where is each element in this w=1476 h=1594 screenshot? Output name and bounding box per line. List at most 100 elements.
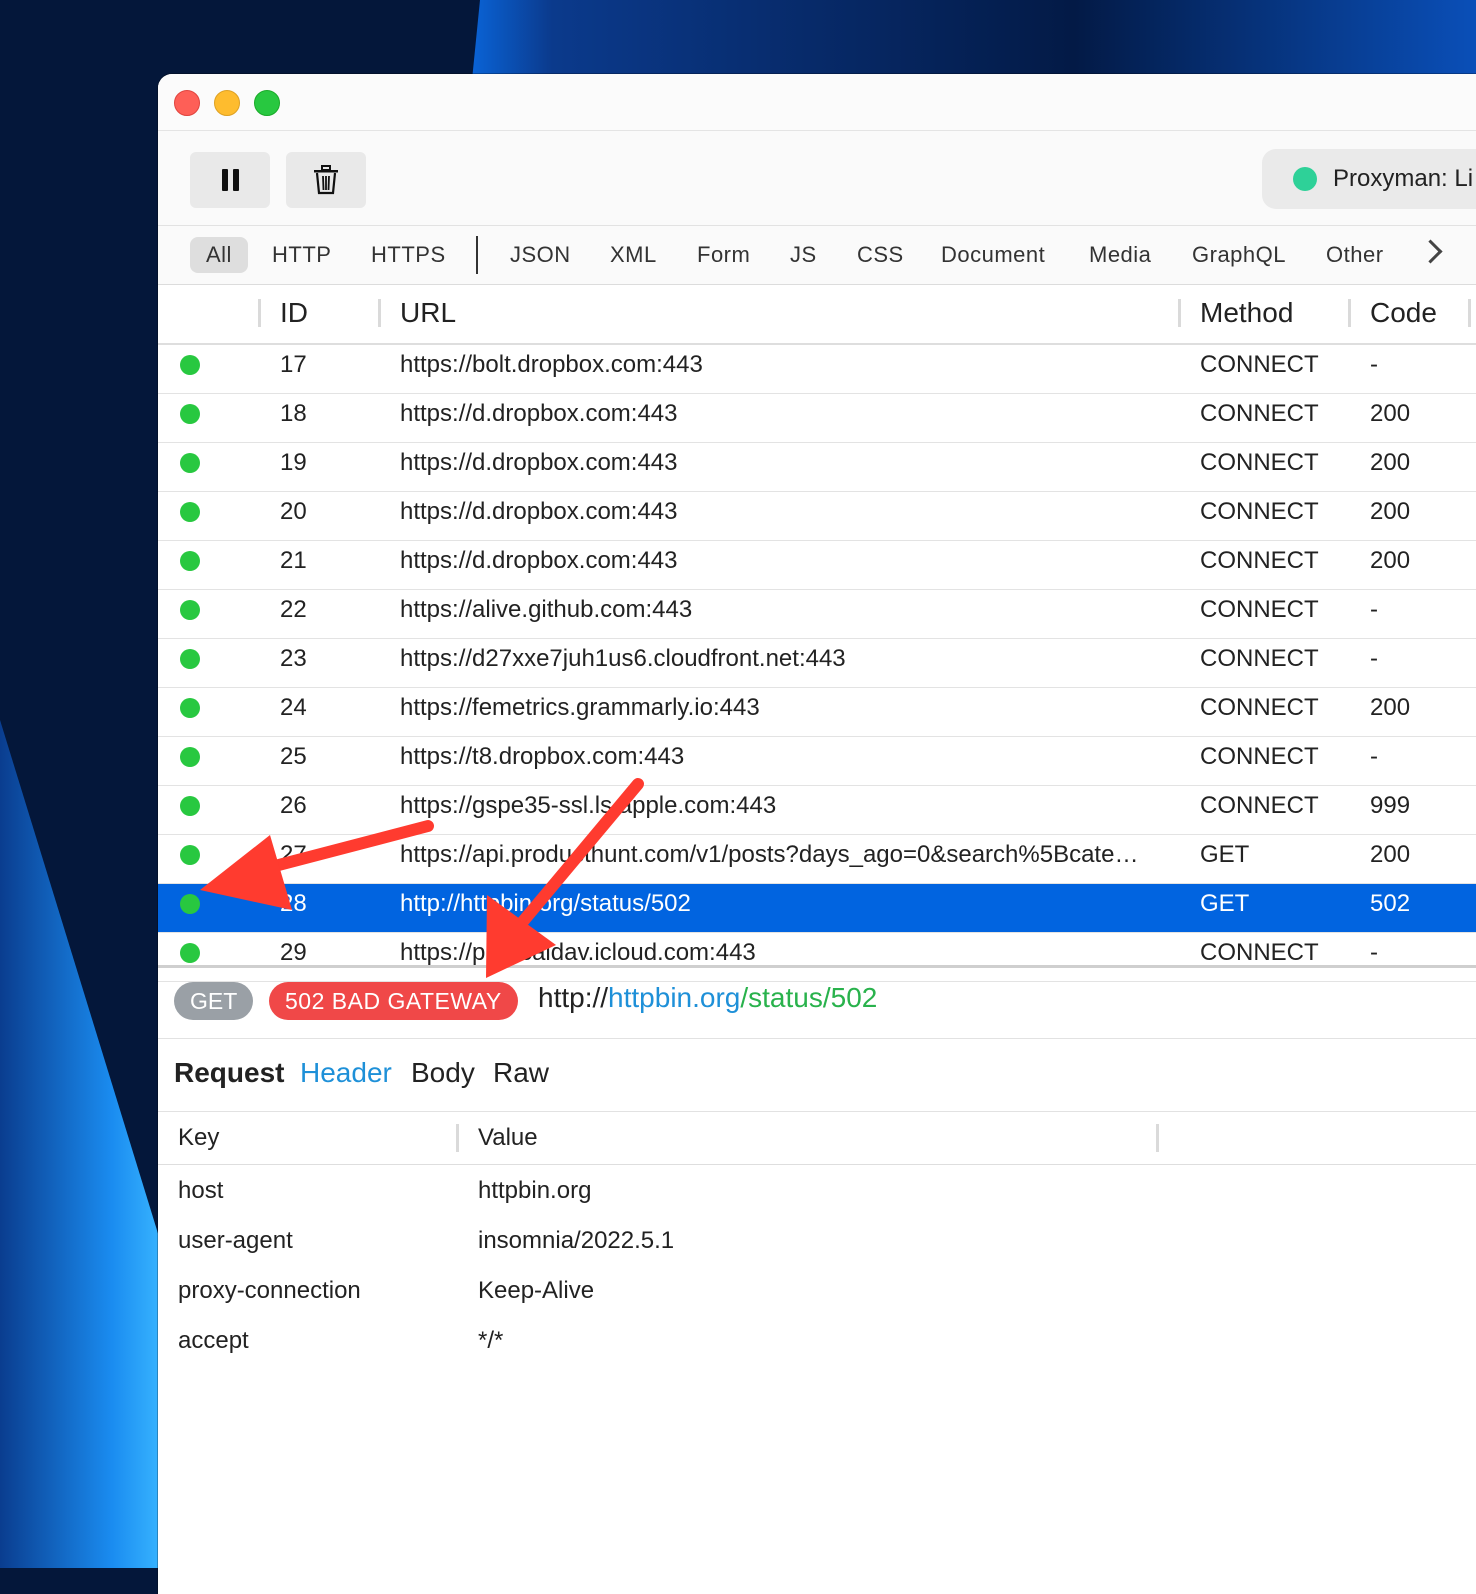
table-row[interactable]: 17 https://bolt.dropbox.com:443 CONNECT - [158,345,1476,394]
status-dot-icon [180,649,200,669]
filter-media[interactable]: Media [1073,237,1167,273]
table-row[interactable]: 23 https://d27xxe7juh1us6.cloudfront.net:… [158,639,1476,688]
filter-js[interactable]: JS [774,237,833,273]
url-host: httpbin.org [608,982,741,1013]
tab-raw[interactable]: Raw [493,1057,549,1089]
response-code: - [1370,743,1378,770]
request-method: CONNECT [1200,645,1319,672]
request-method: CONNECT [1200,694,1319,721]
header-key: proxy-connection [178,1277,361,1304]
tab-header[interactable]: Header [300,1057,392,1089]
column-resizer[interactable] [1468,299,1471,327]
table-row[interactable]: 21 https://d.dropbox.com:443 CONNECT 200 [158,541,1476,590]
response-code: 200 [1370,449,1411,476]
header-value: Keep-Alive [478,1277,595,1304]
request-method: CONNECT [1200,743,1319,770]
request-url: https://d.dropbox.com:443 [400,449,678,476]
trash-icon [314,165,338,195]
column-header-method[interactable]: Method [1200,297,1293,329]
table-row[interactable]: 20 https://d.dropbox.com:443 CONNECT 200 [158,492,1476,541]
content-type-filter-bar: All HTTP HTTPS JSON XML Form JS CSS Docu… [158,226,1476,285]
request-url: https://alive.github.com:443 [400,596,693,623]
request-id: 21 [280,547,307,574]
pause-icon [221,169,239,191]
request-method: CONNECT [1200,400,1319,427]
status-dot-icon [180,943,200,963]
request-id: 18 [280,400,307,427]
filter-other[interactable]: Other [1310,237,1400,273]
kv-table-body: host httpbin.org user-agent insomnia/2022.5… [158,1165,1476,1365]
table-body: 17 https://bolt.dropbox.com:443 CONNECT - 18… [158,345,1476,982]
response-code: 200 [1370,841,1411,868]
filter-xml[interactable]: XML [594,237,673,273]
url-path: /status/502 [740,982,878,1013]
zoom-window-button[interactable] [254,90,280,116]
table-row[interactable]: 22 https://alive.github.com:443 CONNECT - [158,590,1476,639]
column-header-code[interactable]: Code [1370,297,1437,329]
request-url[interactable]: http://httpbin.org/status/502 [538,982,877,1014]
url-scheme: http:// [538,982,609,1013]
table-row[interactable]: 28 http://httpbin.org/status/502 GET 502 [158,884,1476,933]
header-key: accept [178,1327,249,1354]
table-row[interactable]: 25 https://t8.dropbox.com:443 CONNECT - [158,737,1476,786]
status-code-badge: 502 BAD GATEWAY [269,982,518,1020]
filter-form[interactable]: Form [681,237,766,273]
column-resizer[interactable] [1178,299,1181,327]
column-header-url[interactable]: URL [400,297,456,329]
close-window-button[interactable] [174,90,200,116]
column-header-value[interactable]: Value [478,1124,538,1152]
minimize-window-button[interactable] [214,90,240,116]
proxy-status-label: Proxyman: Li [1333,165,1474,192]
request-url: https://femetrics.grammarly.io:443 [400,694,760,721]
request-id: 26 [280,792,307,819]
column-resizer[interactable] [258,299,261,327]
requests-table: ID URL Method Code 17 https://bolt.dropbo… [158,285,1476,982]
proxy-status-indicator[interactable]: Proxyman: Li [1262,149,1476,209]
header-key-value-table: Key Value host httpbin.org user-agent insom… [158,1112,1476,1365]
table-row[interactable]: 27 https://api.producthunt.com/v1/posts?d… [158,835,1476,884]
tab-body[interactable]: Body [411,1057,475,1089]
chevron-right-icon[interactable] [1418,239,1443,264]
request-tabs: Request Header Body Raw [158,1039,1476,1112]
request-url: https://t8.dropbox.com:443 [400,743,685,770]
request-id: 25 [280,743,307,770]
response-code: 200 [1370,400,1411,427]
status-dot-icon [180,747,200,767]
filter-css[interactable]: CSS [841,237,920,273]
column-resizer[interactable] [378,299,381,327]
kv-row[interactable]: host httpbin.org [158,1165,1476,1215]
request-id: 19 [280,449,307,476]
filter-all[interactable]: All [190,237,248,273]
request-method: CONNECT [1200,498,1319,525]
column-resizer[interactable] [1348,299,1351,327]
kv-row[interactable]: accept */* [158,1315,1476,1365]
request-url: https://gspe35-ssl.ls.apple.com:443 [400,792,777,819]
filter-graphql[interactable]: GraphQL [1176,237,1302,273]
table-row[interactable]: 24 https://femetrics.grammarly.io:443 CONN… [158,688,1476,737]
response-code: 502 [1370,890,1411,917]
column-header-id[interactable]: ID [280,297,308,329]
table-row[interactable]: 18 https://d.dropbox.com:443 CONNECT 200 [158,394,1476,443]
request-url: https://d.dropbox.com:443 [400,498,678,525]
clear-button[interactable] [286,152,366,208]
response-code: 999 [1370,792,1411,819]
kv-row[interactable]: user-agent insomnia/2022.5.1 [158,1215,1476,1265]
filter-json[interactable]: JSON [494,237,587,273]
kv-row[interactable]: proxy-connection Keep-Alive [158,1265,1476,1315]
column-resizer[interactable] [1156,1124,1159,1152]
column-header-key[interactable]: Key [178,1124,219,1152]
column-resizer[interactable] [456,1124,459,1152]
status-dot-icon [180,502,200,522]
proxyman-window: Proxyman: Li All HTTP HTTPS JSON XML For… [158,74,1476,1594]
request-method: CONNECT [1200,547,1319,574]
request-method: CONNECT [1200,351,1319,378]
pause-button[interactable] [190,152,270,208]
table-row[interactable]: 26 https://gspe35-ssl.ls.apple.com:443 CON… [158,786,1476,835]
filter-document[interactable]: Document [925,237,1061,273]
table-row[interactable]: 19 https://d.dropbox.com:443 CONNECT 200 [158,443,1476,492]
filter-https[interactable]: HTTPS [355,237,462,273]
status-dot-icon [180,551,200,571]
filter-http[interactable]: HTTP [256,237,347,273]
request-url: http://httpbin.org/status/502 [400,890,691,917]
request-method: CONNECT [1200,596,1319,623]
